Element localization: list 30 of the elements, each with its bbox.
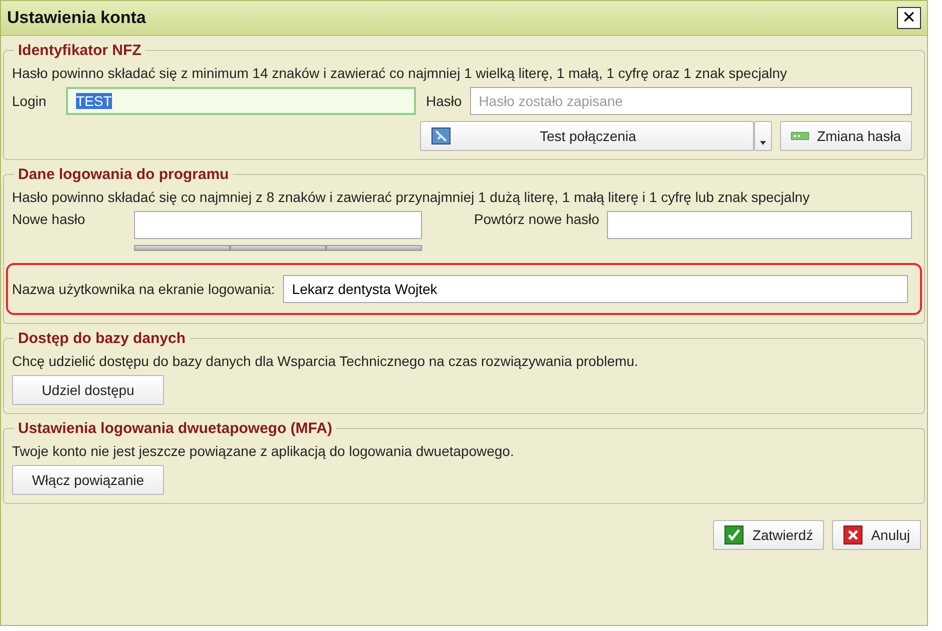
change-password-button[interactable]: Zmiana hasła — [780, 121, 912, 151]
confirm-button[interactable]: Zatwierdź — [713, 520, 824, 550]
new-password-field[interactable] — [134, 211, 422, 239]
dropdown-button[interactable] — [754, 121, 772, 151]
repeat-password-field[interactable] — [607, 211, 912, 239]
password-hint: Hasło powinno składać się co najmniej z 8 znaków i zawierać przynajmniej 1 dużą literę, 1 małą literę i 1 cyfrę lub znak specjalny — [12, 189, 811, 205]
test-connection-button[interactable]: Test połączenia — [420, 121, 754, 151]
database-text: Chcę udzielić dostępu do bazy danych dla Wsparcia Technicznego na czas rozwiązywania problemu. — [12, 353, 640, 369]
new-password-label: Nowe hasło — [12, 211, 86, 227]
cancel-button[interactable]: Anuluj — [832, 520, 921, 550]
password-hint: Hasło powinno składać się z minimum 14 znaków i zawierać co najmniej 1 wielką literę, 1 małą, 1 cyfrę oraz 1 znak specjalny — [12, 65, 788, 81]
group-title: Dane logowania do programu — [18, 166, 229, 183]
link-button[interactable]: Włącz powiązanie — [12, 465, 164, 495]
group-title: Dostęp do bazy danych — [18, 330, 186, 347]
window-title: Ustawienia konta — [7, 8, 146, 28]
username-label: Nazwa użytkownika na ekranie logowania: — [12, 281, 276, 297]
close-button[interactable]: ✕ — [897, 7, 921, 29]
password-label: Hasło — [426, 93, 462, 109]
mfa-text: Twoje konto nie jest jeszcze powiązane z aplikacją do logowania dwuetapowego. — [12, 443, 515, 459]
grant-access-button[interactable]: Udziel dostępu — [12, 375, 164, 405]
group-title: Ustawienia logowania dwuetapowego (MFA) — [18, 420, 332, 437]
username-field[interactable]: Lekarz dentysta Wojtek — [283, 275, 908, 303]
caret-icon — [760, 141, 766, 145]
login-field[interactable]: TEST — [66, 87, 416, 115]
password-field[interactable]: Hasło zostało zapisane — [470, 87, 912, 115]
cross-icon — [843, 525, 864, 545]
group-title: Identyfikator NFZ — [18, 42, 142, 59]
check-icon — [724, 525, 744, 545]
login-label: Login — [12, 93, 48, 109]
repeat-password-label: Powtórz nowe hasło — [474, 211, 600, 227]
